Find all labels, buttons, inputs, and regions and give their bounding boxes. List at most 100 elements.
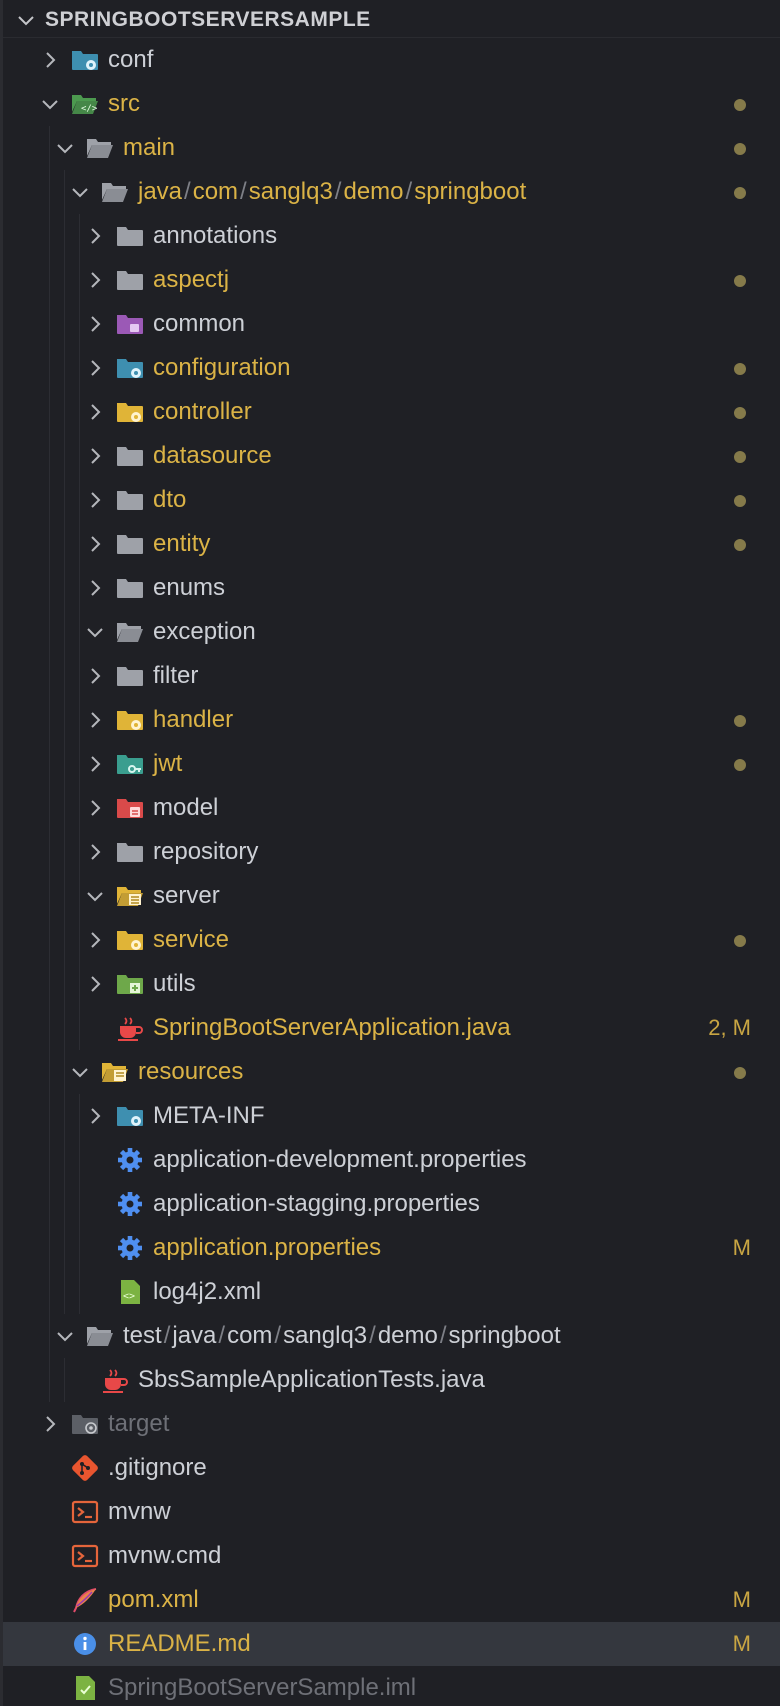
tree-item[interactable]: resources [3,1050,780,1094]
explorer-section-header[interactable]: SPRINGBOOTSERVERSAMPLE [3,0,780,38]
tree-item[interactable]: .gitignore [3,1446,780,1490]
indent-guide [49,302,50,346]
tree-item[interactable]: mvnw.cmd [3,1534,780,1578]
path-segment[interactable]: test [123,1322,162,1349]
chevron-down-icon[interactable] [69,1061,91,1083]
folder-controller-icon [117,403,143,422]
path-segment[interactable]: demo [343,178,403,205]
tree-item[interactable]: conf [3,38,780,82]
indent-guide [49,126,50,170]
tree-item[interactable]: application-development.properties [3,1138,780,1182]
path-segment[interactable]: springboot [449,1322,561,1349]
tree-item-label: SpringBootServerApplication.java [153,1014,511,1041]
chevron-right-icon[interactable] [84,269,106,291]
git-status-badge: M [732,1235,751,1260]
path-segment[interactable]: demo [378,1322,438,1349]
tree-item[interactable]: SpringBootServerSample.iml [3,1666,780,1706]
indent-guide [49,1182,50,1226]
chevron-right-icon[interactable] [84,665,106,687]
path-separator: / [240,178,247,205]
indent-guide [49,1138,50,1182]
chevron-right-icon[interactable] [39,1413,61,1435]
modified-dot-icon [734,1067,746,1079]
chevron-down-icon[interactable] [69,181,91,203]
chevron-right-icon[interactable] [84,533,106,555]
tree-item[interactable]: datasource [3,434,780,478]
tree-item[interactable]: aspectj [3,258,780,302]
chevron-right-icon[interactable] [84,489,106,511]
chevron-right-icon[interactable] [84,797,106,819]
chevron-right-icon[interactable] [84,709,106,731]
chevron-down-icon[interactable] [84,621,106,643]
tree-item[interactable]: controller [3,390,780,434]
tree-item[interactable]: <> log4j2.xml [3,1270,780,1314]
path-segment[interactable]: springboot [414,178,526,205]
chevron-right-icon[interactable] [84,841,106,863]
tree-item[interactable]: SpringBootServerApplication.java 2, M [3,1006,780,1050]
path-segment[interactable]: sanglq3 [283,1322,367,1349]
chevron-down-icon[interactable] [39,93,61,115]
tree-item[interactable]: configuration [3,346,780,390]
indent-guide [64,874,65,918]
chevron-right-icon[interactable] [84,445,106,467]
tree-item[interactable]: service [3,918,780,962]
indent-guide [49,258,50,302]
folder-config-icon [117,1107,143,1126]
tree-item[interactable]: repository [3,830,780,874]
chevron-right-icon[interactable] [84,401,106,423]
tree-item-label: controller [153,398,252,425]
tree-item[interactable]: target [3,1402,780,1446]
indent-guide [49,522,50,566]
gear-icon [118,1236,142,1260]
chevron-right-icon[interactable] [84,357,106,379]
chevron-right-icon[interactable] [84,1105,106,1127]
tree-item[interactable]: application.properties M [3,1226,780,1270]
chevron-right-icon[interactable] [84,577,106,599]
tree-item[interactable]: META-INF [3,1094,780,1138]
tree-item[interactable]: main [3,126,780,170]
chevron-right-icon[interactable] [84,313,106,335]
tree-item[interactable]: entity [3,522,780,566]
tree-item[interactable]: mvnw [3,1490,780,1534]
tree-item[interactable]: application-stagging.properties [3,1182,780,1226]
path-segment[interactable]: java [138,178,182,205]
tree-item[interactable]: test/java/com/sanglq3/demo/springboot [3,1314,780,1358]
indent-guide [79,786,80,830]
indent-guide [49,830,50,874]
tree-item[interactable]: filter [3,654,780,698]
tree-item[interactable]: pom.xml M [3,1578,780,1622]
tree-item[interactable]: enums [3,566,780,610]
chevron-right-icon[interactable] [84,973,106,995]
tree-item[interactable]: jwt [3,742,780,786]
tree-item[interactable]: SbsSampleApplicationTests.java [3,1358,780,1402]
tree-item[interactable]: utils [3,962,780,1006]
path-segment[interactable]: com [193,178,238,205]
folder-icon [117,271,143,290]
tree-item[interactable]: README.md M [3,1622,780,1666]
tree-item[interactable]: handler [3,698,780,742]
tree-item-label: pom.xml [108,1586,199,1613]
chevron-right-icon[interactable] [84,929,106,951]
tree-item[interactable]: common [3,302,780,346]
chevron-down-icon[interactable] [54,137,76,159]
path-segment[interactable]: com [227,1322,272,1349]
indent-guide [79,654,80,698]
chevron-right-icon[interactable] [84,225,106,247]
chevron-right-icon[interactable] [84,753,106,775]
tree-item-label: exception [153,618,256,645]
tree-item[interactable]: exception [3,610,780,654]
chevron-down-icon[interactable] [84,885,106,907]
tree-item[interactable]: </> src [3,82,780,126]
path-separator: / [369,1322,376,1349]
tree-item[interactable]: annotations [3,214,780,258]
path-segment[interactable]: java [172,1322,216,1349]
chevron-down-icon[interactable] [54,1325,76,1347]
tree-item-label: target [108,1410,170,1437]
tree-item[interactable]: model [3,786,780,830]
info-icon [74,1633,96,1655]
chevron-right-icon[interactable] [39,49,61,71]
tree-item[interactable]: java/com/sanglq3/demo/springboot [3,170,780,214]
path-segment[interactable]: sanglq3 [249,178,333,205]
tree-item[interactable]: dto [3,478,780,522]
tree-item[interactable]: server [3,874,780,918]
